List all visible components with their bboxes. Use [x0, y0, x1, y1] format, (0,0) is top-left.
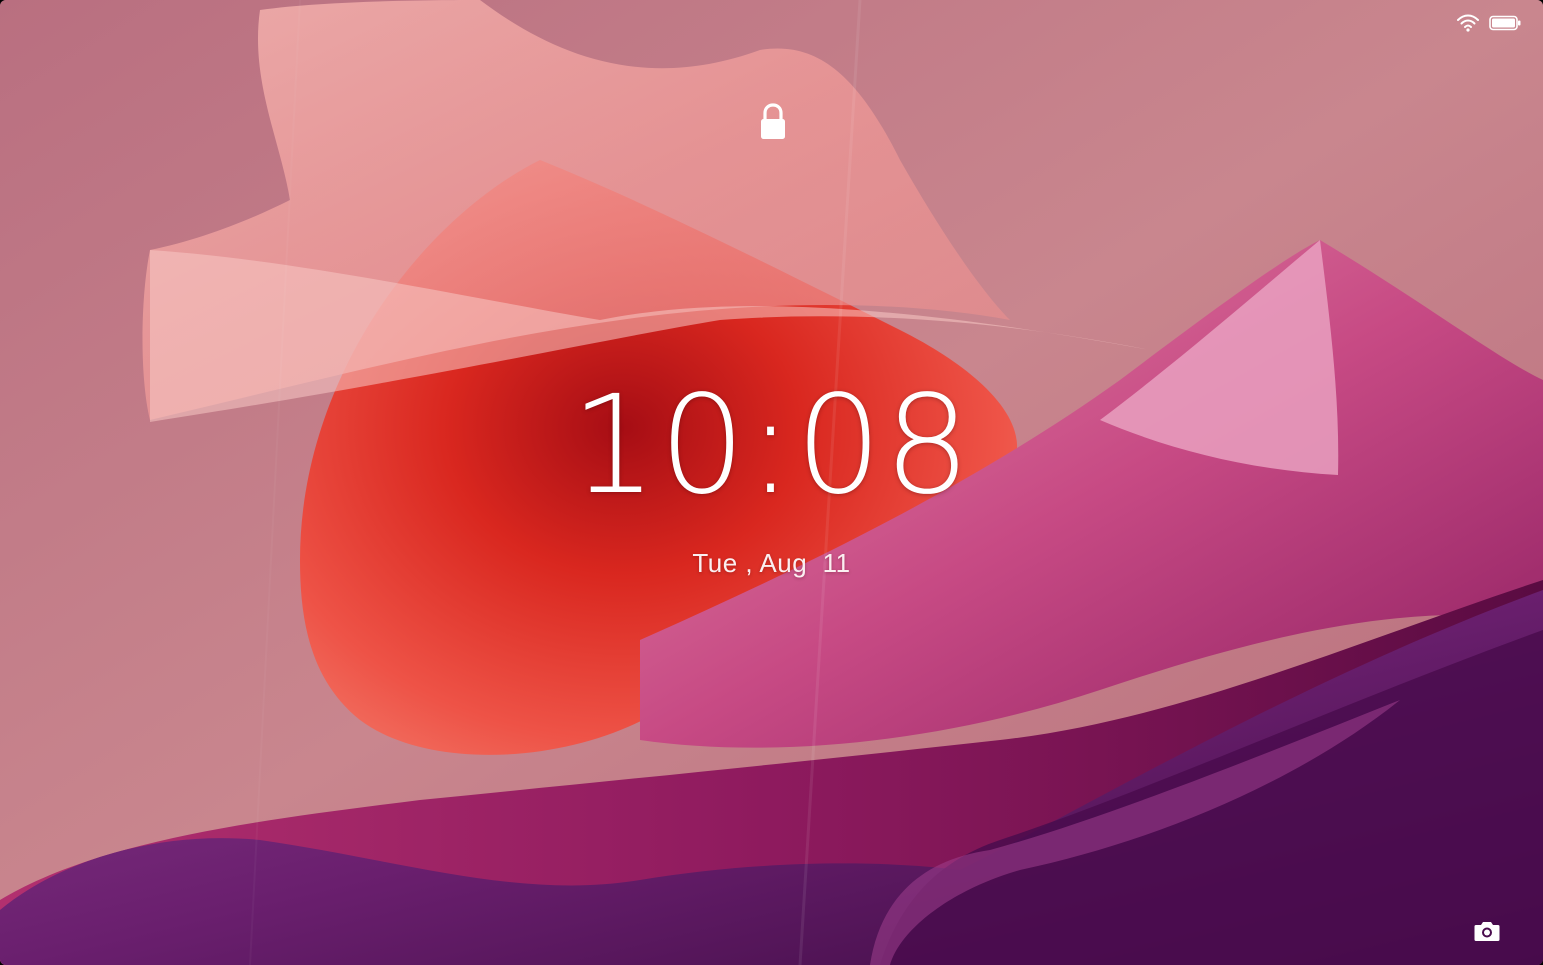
- status-bar: [1457, 10, 1521, 36]
- lock-icon: [757, 102, 789, 142]
- wifi-icon: [1457, 14, 1479, 32]
- camera-icon[interactable]: [1473, 919, 1501, 943]
- lock-screen: 10:08 Tue , Aug 11: [0, 0, 1543, 965]
- battery-icon: [1489, 15, 1521, 31]
- clock-time: 10:08: [570, 367, 973, 525]
- clock-date: Tue , Aug 11: [692, 548, 851, 578]
